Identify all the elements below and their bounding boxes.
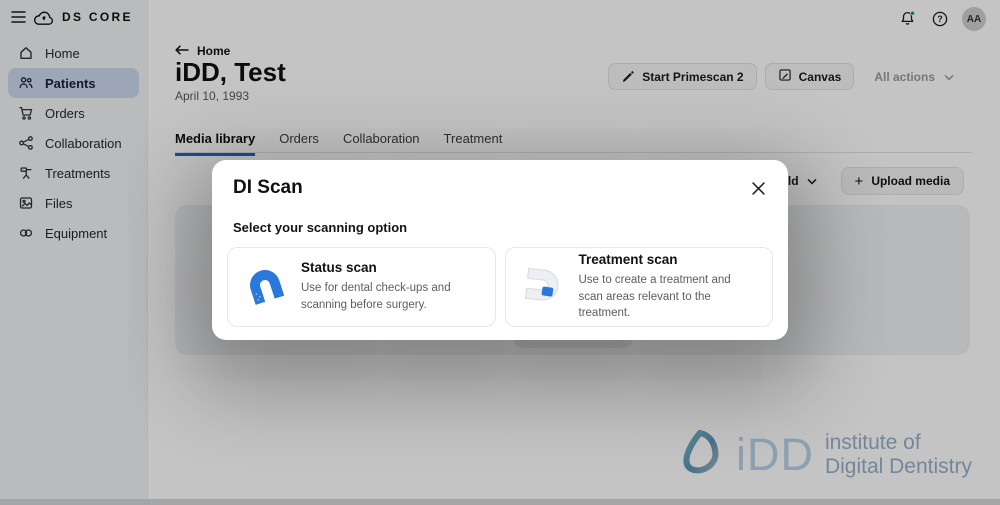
option-title: Status scan bbox=[301, 260, 480, 275]
app-window: DS CORE Home Patients bbox=[0, 0, 1000, 505]
close-icon[interactable] bbox=[748, 178, 769, 199]
status-scan-option[interactable]: Status scan Use for dental check-ups and… bbox=[227, 247, 496, 327]
scan-options: Status scan Use for dental check-ups and… bbox=[227, 247, 773, 327]
modal-subtitle: Select your scanning option bbox=[233, 220, 773, 235]
option-description: Use to create a treatment and scan areas… bbox=[579, 272, 758, 322]
option-description: Use for dental check-ups and scanning be… bbox=[301, 280, 480, 313]
status-scan-arch-icon bbox=[243, 263, 287, 312]
option-text: Treatment scan Use to create a treatment… bbox=[579, 252, 758, 322]
di-scan-modal: DI Scan Select your scanning option bbox=[212, 160, 788, 340]
modal-header: DI Scan bbox=[227, 175, 773, 199]
option-title: Treatment scan bbox=[579, 252, 758, 267]
treatment-scan-option[interactable]: Treatment scan Use to create a treatment… bbox=[505, 247, 774, 327]
treatment-scan-arch-icon bbox=[521, 263, 565, 312]
modal-title: DI Scan bbox=[233, 177, 303, 199]
option-text: Status scan Use for dental check-ups and… bbox=[301, 260, 480, 313]
